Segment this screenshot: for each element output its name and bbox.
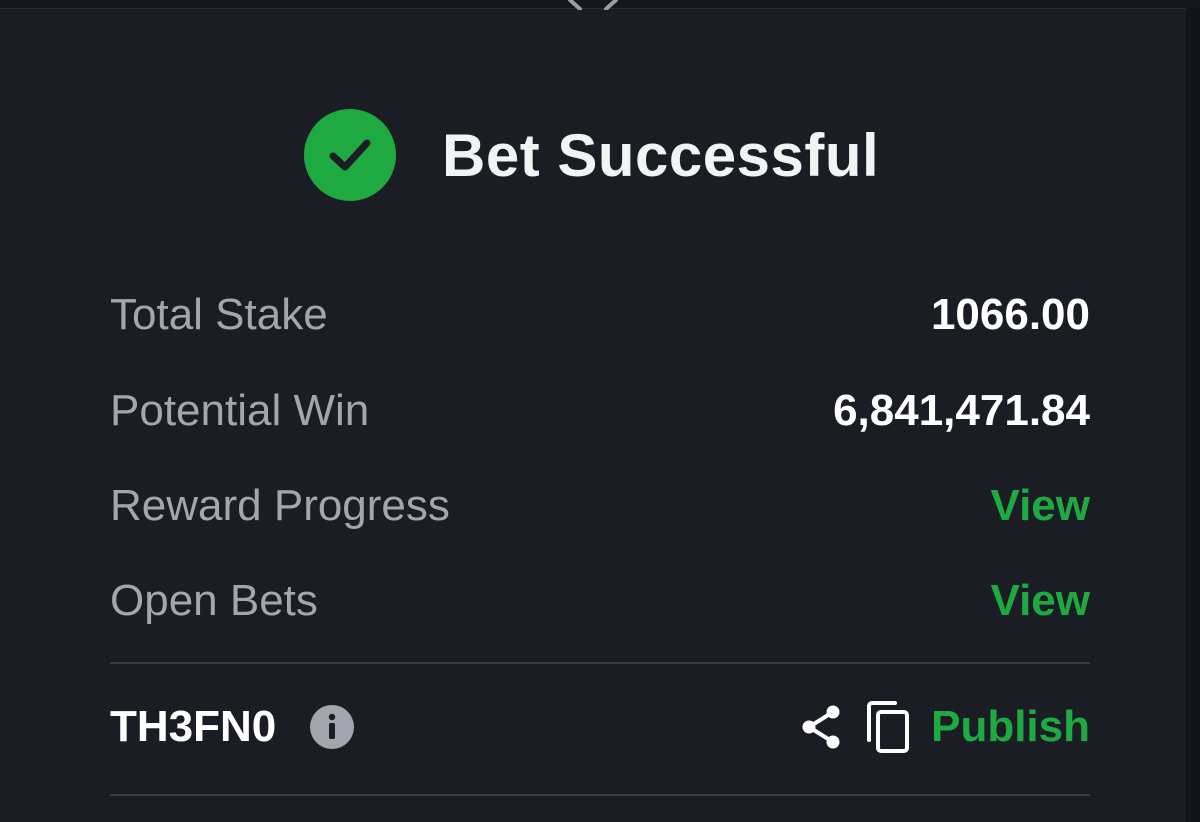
check-circle-icon (304, 109, 396, 201)
reward-progress-label: Reward Progress (110, 481, 450, 530)
ticket-footer: TH3FN0 Publish (110, 694, 1090, 760)
divider (110, 662, 1090, 664)
ticket-info: TH3FN0 (110, 702, 355, 752)
scrollbar-track (1186, 8, 1200, 822)
info-icon[interactable] (310, 705, 355, 749)
reward-progress-row: Reward Progress View (110, 476, 1090, 536)
potential-win-value: 6,841,471.84 (833, 386, 1090, 435)
potential-win-row: Potential Win 6,841,471.84 (110, 381, 1090, 441)
total-stake-value: 1066.00 (930, 290, 1090, 339)
ticket-code: TH3FN0 (110, 702, 277, 751)
open-bets-view-link[interactable]: View (991, 576, 1090, 626)
copy-icon[interactable] (865, 700, 911, 754)
divider (110, 794, 1090, 796)
success-header: Bet Successful (304, 108, 879, 202)
open-bets-row: Open Bets View (110, 571, 1090, 631)
open-bets-label: Open Bets (110, 576, 318, 625)
ticket-actions: Publish (799, 700, 1090, 754)
total-stake-label: Total Stake (110, 290, 328, 339)
share-icon[interactable] (799, 703, 843, 751)
total-stake-row: Total Stake 1066.00 (110, 285, 1090, 345)
page-title: Bet Successful (442, 121, 880, 189)
bet-success-panel: Bet Successful Total Stake 1066.00 Poten… (0, 0, 1200, 822)
chevron-up-icon[interactable] (566, 0, 620, 10)
reward-progress-view-link[interactable]: View (991, 481, 1090, 531)
publish-button[interactable]: Publish (931, 702, 1090, 752)
potential-win-label: Potential Win (110, 386, 370, 435)
